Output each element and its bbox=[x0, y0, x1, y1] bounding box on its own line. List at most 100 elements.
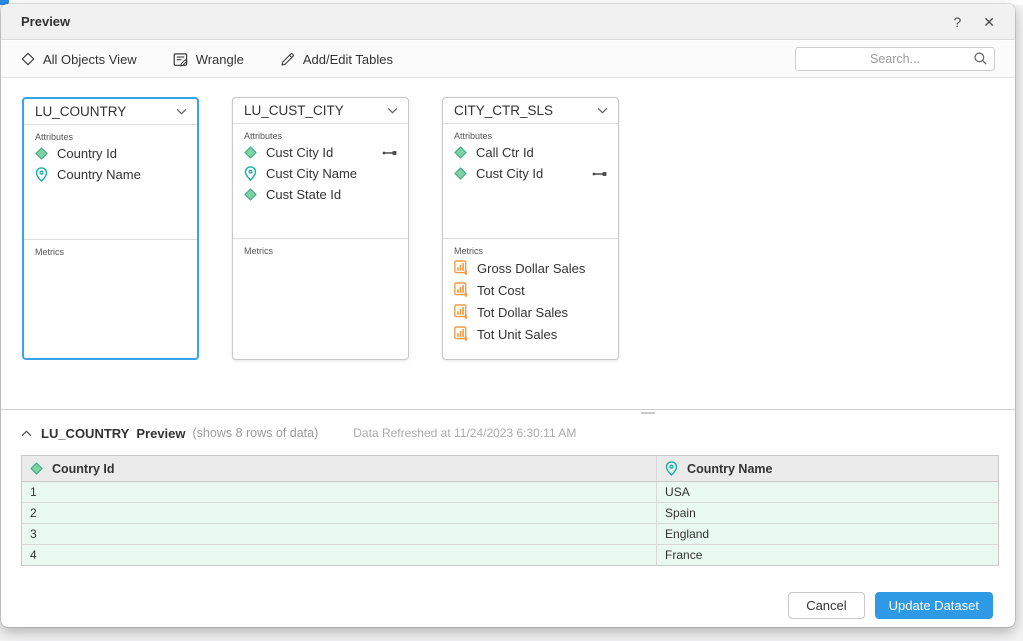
toolbar-item-add-edit-tables[interactable]: Add/Edit Tables bbox=[280, 52, 393, 67]
help-icon[interactable]: ? bbox=[953, 15, 961, 29]
attribute-diamond-icon bbox=[35, 147, 48, 160]
metric-icon bbox=[454, 260, 468, 276]
card-title: CITY_CTR_SLS bbox=[454, 103, 553, 118]
attribute-label: Country Name bbox=[57, 167, 141, 182]
cell-country-name: England bbox=[657, 524, 999, 545]
table-row: 1 USA bbox=[22, 482, 999, 503]
chevron-up-icon[interactable] bbox=[21, 430, 32, 437]
metric-label: Tot Cost bbox=[477, 283, 525, 298]
attribute-item[interactable]: Cust City Name bbox=[233, 163, 408, 184]
toolbar-item-label: Wrangle bbox=[196, 52, 244, 67]
attribute-item[interactable]: Cust State Id bbox=[233, 184, 408, 205]
metric-item[interactable]: Tot Cost bbox=[443, 279, 618, 301]
attribute-diamond-icon bbox=[30, 462, 43, 475]
column-header-label: Country Id bbox=[52, 462, 115, 476]
cell-country-name: Spain bbox=[657, 503, 999, 524]
preview-table-name: LU_COUNTRY bbox=[41, 426, 129, 441]
preview-dialog: Preview ? ✕ All Objects View Wrangle Add… bbox=[1, 4, 1015, 627]
dialog-title: Preview bbox=[21, 14, 70, 29]
column-header-country-id[interactable]: Country Id bbox=[22, 456, 657, 482]
attribute-item[interactable]: Country Name bbox=[24, 164, 197, 185]
toolbar-item-all-objects-view[interactable]: All Objects View bbox=[21, 52, 137, 67]
metrics-section: Metrics Gross Dollar Sales Tot Cost bbox=[443, 239, 618, 359]
attribute-diamond-icon bbox=[454, 146, 467, 159]
chevron-down-icon[interactable] bbox=[387, 107, 398, 114]
attribute-label: Country Id bbox=[57, 146, 117, 161]
table-row: 3 England bbox=[22, 524, 999, 545]
close-icon[interactable]: ✕ bbox=[983, 15, 995, 29]
metrics-label: Metrics bbox=[233, 239, 408, 257]
dialog-footer: Cancel Update Dataset bbox=[788, 592, 993, 619]
attribute-item[interactable]: Country Id bbox=[24, 143, 197, 164]
chevron-down-icon[interactable] bbox=[597, 107, 608, 114]
search-box bbox=[795, 47, 995, 71]
preview-header: LU_COUNTRY Preview (shows 8 rows of data… bbox=[21, 422, 995, 444]
metric-icon bbox=[454, 326, 468, 342]
metric-icon bbox=[454, 304, 468, 320]
table-card-lu-cust-city[interactable]: LU_CUST_CITY Attributes Cust City Id bbox=[232, 97, 409, 360]
join-link-icon[interactable] bbox=[592, 170, 607, 178]
toolbar-item-label: All Objects View bbox=[43, 52, 137, 67]
chevron-down-icon[interactable] bbox=[176, 108, 187, 115]
cell-country-name: USA bbox=[657, 482, 999, 503]
metric-icon bbox=[454, 282, 468, 298]
metric-item[interactable]: Tot Dollar Sales bbox=[443, 301, 618, 323]
attribute-diamond-icon bbox=[454, 167, 467, 180]
attribute-label: Cust State Id bbox=[266, 187, 341, 202]
cell-country-name: France bbox=[657, 545, 999, 566]
tables-canvas: LU_COUNTRY Attributes Country Id bbox=[1, 78, 1015, 409]
dialog-titlebar: Preview ? ✕ bbox=[1, 4, 1015, 40]
metrics-section: Metrics bbox=[233, 239, 408, 359]
preview-data-table: Country Id Country Name 1 bbox=[21, 455, 999, 566]
preview-panel: LU_COUNTRY Preview (shows 8 rows of data… bbox=[1, 414, 1015, 579]
card-header[interactable]: LU_CUST_CITY bbox=[233, 98, 408, 124]
join-link-icon[interactable] bbox=[382, 149, 397, 157]
preview-label: Preview bbox=[136, 426, 185, 441]
attribute-label: Cust City Id bbox=[266, 145, 333, 160]
attributes-label: Attributes bbox=[443, 124, 618, 142]
table-card-city-ctr-sls[interactable]: CITY_CTR_SLS Attributes Call Ctr Id bbox=[442, 97, 619, 360]
attributes-label: Attributes bbox=[24, 125, 197, 143]
wrangle-table-icon bbox=[173, 52, 188, 67]
attributes-section: Attributes Country Id Country Name bbox=[24, 125, 197, 239]
metrics-label: Metrics bbox=[443, 239, 618, 257]
attribute-item[interactable]: Cust City Id bbox=[233, 142, 408, 163]
data-refreshed-text: Data Refreshed at 11/24/2023 6:30:11 AM bbox=[353, 426, 576, 440]
card-header[interactable]: LU_COUNTRY bbox=[24, 99, 197, 125]
metric-item[interactable]: Tot Unit Sales bbox=[443, 323, 618, 345]
geo-pin-icon bbox=[244, 166, 257, 181]
card-title: LU_COUNTRY bbox=[35, 104, 126, 119]
metric-label: Gross Dollar Sales bbox=[477, 261, 585, 276]
card-header[interactable]: CITY_CTR_SLS bbox=[443, 98, 618, 124]
update-dataset-button[interactable]: Update Dataset bbox=[875, 592, 993, 619]
cell-country-id: 3 bbox=[22, 524, 657, 545]
attribute-label: Cust City Name bbox=[266, 166, 357, 181]
attributes-section: Attributes Cust City Id Cust City Nam bbox=[233, 124, 408, 238]
cell-country-id: 4 bbox=[22, 545, 657, 566]
metrics-section: Metrics bbox=[24, 240, 197, 358]
attributes-label: Attributes bbox=[233, 124, 408, 142]
geo-pin-icon bbox=[35, 167, 48, 182]
toolbar-item-wrangle[interactable]: Wrangle bbox=[173, 52, 244, 67]
diamond-outline-icon bbox=[21, 52, 35, 66]
cell-country-id: 1 bbox=[22, 482, 657, 503]
attribute-label: Call Ctr Id bbox=[476, 145, 534, 160]
table-header-row: Country Id Country Name bbox=[22, 456, 999, 482]
table-row: 2 Spain bbox=[22, 503, 999, 524]
table-card-lu-country[interactable]: LU_COUNTRY Attributes Country Id bbox=[22, 97, 199, 360]
metric-label: Tot Unit Sales bbox=[477, 327, 557, 342]
attributes-section: Attributes Call Ctr Id Cust City Id bbox=[443, 124, 618, 238]
metric-item[interactable]: Gross Dollar Sales bbox=[443, 257, 618, 279]
attribute-item[interactable]: Cust City Id bbox=[443, 163, 618, 184]
column-header-country-name[interactable]: Country Name bbox=[657, 456, 999, 482]
preview-rows-note: (shows 8 rows of data) bbox=[193, 426, 319, 440]
metric-label: Tot Dollar Sales bbox=[477, 305, 568, 320]
attribute-diamond-icon bbox=[244, 146, 257, 159]
table-row: 4 France bbox=[22, 545, 999, 566]
attribute-item[interactable]: Call Ctr Id bbox=[443, 142, 618, 163]
cancel-button[interactable]: Cancel bbox=[788, 592, 864, 619]
dialog-toolbar: All Objects View Wrangle Add/Edit Tables bbox=[1, 41, 1015, 78]
search-input[interactable] bbox=[795, 47, 995, 71]
attribute-label: Cust City Id bbox=[476, 166, 543, 181]
search-icon[interactable] bbox=[973, 51, 988, 66]
